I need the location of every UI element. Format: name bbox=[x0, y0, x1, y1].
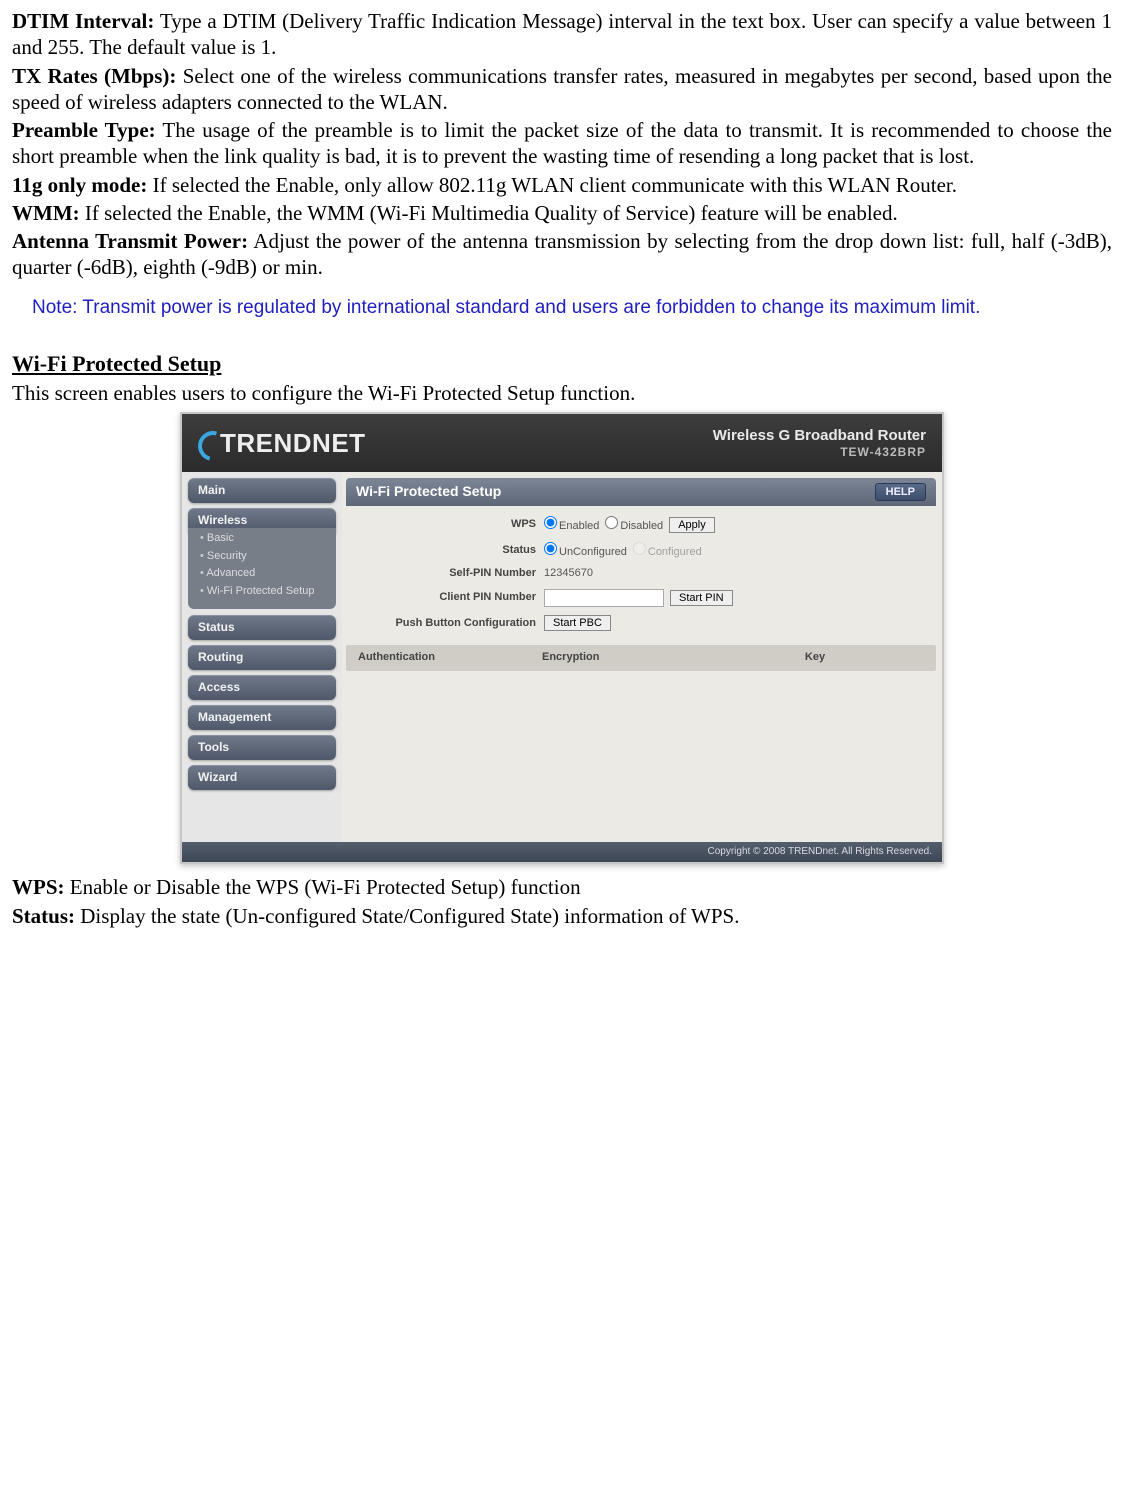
text-wmm: If selected the Enable, the WMM (Wi-Fi M… bbox=[80, 201, 898, 225]
sidebar-item-routing[interactable]: Routing bbox=[188, 645, 336, 670]
radio-status-unconfig[interactable] bbox=[544, 542, 557, 555]
radio-status-config-label: Configured bbox=[648, 546, 702, 558]
para-wmm: WMM: If selected the Enable, the WMM (Wi… bbox=[12, 200, 1112, 226]
para-status: Status: Display the state (Un-configured… bbox=[12, 903, 1112, 929]
row-pbc: Push Button Configuration Start PBC bbox=[346, 611, 936, 635]
sidebar-item-access[interactable]: Access bbox=[188, 675, 336, 700]
para-txrates: TX Rates (Mbps): Select one of the wirel… bbox=[12, 63, 1112, 116]
radio-wps-enabled-wrap[interactable]: Enabled bbox=[544, 516, 599, 534]
radio-wps-disabled-label: Disabled bbox=[620, 520, 663, 532]
radio-status-config-wrap: Configured bbox=[633, 542, 702, 560]
router-screenshot: TRENDNET Wireless G Broadband Router TEW… bbox=[180, 412, 944, 865]
label-status-desc: Status: bbox=[12, 904, 75, 928]
device-title-line2: TEW-432BRP bbox=[713, 445, 926, 459]
para-antenna: Antenna Transmit Power: Adjust the power… bbox=[12, 228, 1112, 281]
row-clientpin: Client PIN Number Start PIN bbox=[346, 585, 936, 611]
label-antenna: Antenna Transmit Power: bbox=[12, 229, 248, 253]
label-status: Status bbox=[346, 544, 544, 558]
text-txrates: Select one of the wireless communication… bbox=[12, 64, 1112, 114]
para-preamble: Preamble Type: The usage of the preamble… bbox=[12, 117, 1112, 170]
sidebar-sub-advanced[interactable]: Advanced bbox=[200, 565, 330, 583]
label-dtim: DTIM Interval: bbox=[12, 9, 154, 33]
radio-status-config bbox=[633, 542, 646, 555]
row-wps: WPS Enabled Disabled Apply bbox=[346, 512, 936, 538]
para-wps: WPS: Enable or Disable the WPS (Wi-Fi Pr… bbox=[12, 874, 1112, 900]
label-clientpin: Client PIN Number bbox=[346, 591, 544, 605]
sidebar-sub-wps[interactable]: Wi-Fi Protected Setup bbox=[200, 583, 330, 601]
sidebar-item-main[interactable]: Main bbox=[188, 478, 336, 503]
sidebar-sub-security[interactable]: Security bbox=[200, 548, 330, 566]
col-auth: Authentication bbox=[346, 645, 530, 671]
sidebar-item-management[interactable]: Management bbox=[188, 705, 336, 730]
device-title-line1: Wireless G Broadband Router bbox=[713, 427, 926, 445]
clientpin-input[interactable] bbox=[544, 589, 664, 607]
radio-wps-enabled-label: Enabled bbox=[559, 520, 599, 532]
radio-wps-enabled[interactable] bbox=[544, 516, 557, 529]
note-transmit-power: Note: Transmit power is regulated by int… bbox=[32, 295, 1112, 321]
text-11gonly: If selected the Enable, only allow 802.1… bbox=[147, 173, 957, 197]
sidebar-item-status[interactable]: Status bbox=[188, 615, 336, 640]
row-status: Status UnConfigured Configured bbox=[346, 538, 936, 564]
panel-title: Wi-Fi Protected Setup bbox=[356, 483, 501, 501]
router-header: TRENDNET Wireless G Broadband Router TEW… bbox=[182, 414, 942, 472]
text-status-desc: Display the state (Un-configured State/C… bbox=[75, 904, 739, 928]
label-preamble: Preamble Type: bbox=[12, 118, 156, 142]
auth-table-header: Authentication Encryption Key bbox=[346, 645, 936, 671]
label-wps-desc: WPS: bbox=[12, 875, 65, 899]
sidebar-submenu-wireless: Basic Security Advanced Wi-Fi Protected … bbox=[188, 528, 336, 609]
content-panel: Wi-Fi Protected Setup HELP WPS Enabled D… bbox=[342, 472, 942, 842]
label-selfpin: Self-PIN Number bbox=[346, 567, 544, 581]
startpin-button[interactable]: Start PIN bbox=[670, 590, 733, 606]
text-wps-desc: Enable or Disable the WPS (Wi-Fi Protect… bbox=[65, 875, 581, 899]
para-dtim: DTIM Interval: Type a DTIM (Delivery Tra… bbox=[12, 8, 1112, 61]
sidebar-item-tools[interactable]: Tools bbox=[188, 735, 336, 760]
router-footer: Copyright © 2008 TRENDnet. All Rights Re… bbox=[182, 842, 942, 863]
label-11gonly: 11g only mode: bbox=[12, 173, 147, 197]
radio-status-unconfig-wrap[interactable]: UnConfigured bbox=[544, 542, 627, 560]
sidebar-item-wizard[interactable]: Wizard bbox=[188, 765, 336, 790]
label-wps: WPS bbox=[346, 518, 544, 532]
router-body: Main Wireless Basic Security Advanced Wi… bbox=[182, 472, 942, 842]
text-dtim: Type a DTIM (Delivery Traffic Indication… bbox=[12, 9, 1112, 59]
text-preamble: The usage of the preamble is to limit th… bbox=[12, 118, 1112, 168]
sidebar-sub-basic[interactable]: Basic bbox=[200, 530, 330, 548]
brand-logo: TRENDNET bbox=[198, 427, 366, 460]
section-intro: This screen enables users to configure t… bbox=[12, 380, 1112, 406]
row-selfpin: Self-PIN Number 12345670 bbox=[346, 563, 936, 585]
selfpin-value: 12345670 bbox=[544, 567, 593, 581]
label-wmm: WMM: bbox=[12, 201, 80, 225]
section-heading-wps: Wi-Fi Protected Setup bbox=[12, 350, 1112, 378]
brand-text: TRENDNET bbox=[220, 428, 366, 458]
radio-wps-disabled[interactable] bbox=[605, 516, 618, 529]
radio-wps-disabled-wrap[interactable]: Disabled bbox=[605, 516, 663, 534]
device-title: Wireless G Broadband Router TEW-432BRP bbox=[713, 427, 926, 459]
radio-status-unconfig-label: UnConfigured bbox=[559, 546, 627, 558]
col-enc: Encryption bbox=[530, 645, 694, 671]
para-11gonly: 11g only mode: If selected the Enable, o… bbox=[12, 172, 1112, 198]
help-button[interactable]: HELP bbox=[875, 483, 926, 501]
sidebar: Main Wireless Basic Security Advanced Wi… bbox=[182, 472, 342, 842]
col-key: Key bbox=[694, 645, 936, 671]
startpbc-button[interactable]: Start PBC bbox=[544, 615, 611, 631]
apply-button[interactable]: Apply bbox=[669, 517, 715, 533]
label-pbc: Push Button Configuration bbox=[346, 617, 544, 629]
panel-header: Wi-Fi Protected Setup HELP bbox=[346, 478, 936, 506]
label-txrates: TX Rates (Mbps): bbox=[12, 64, 176, 88]
